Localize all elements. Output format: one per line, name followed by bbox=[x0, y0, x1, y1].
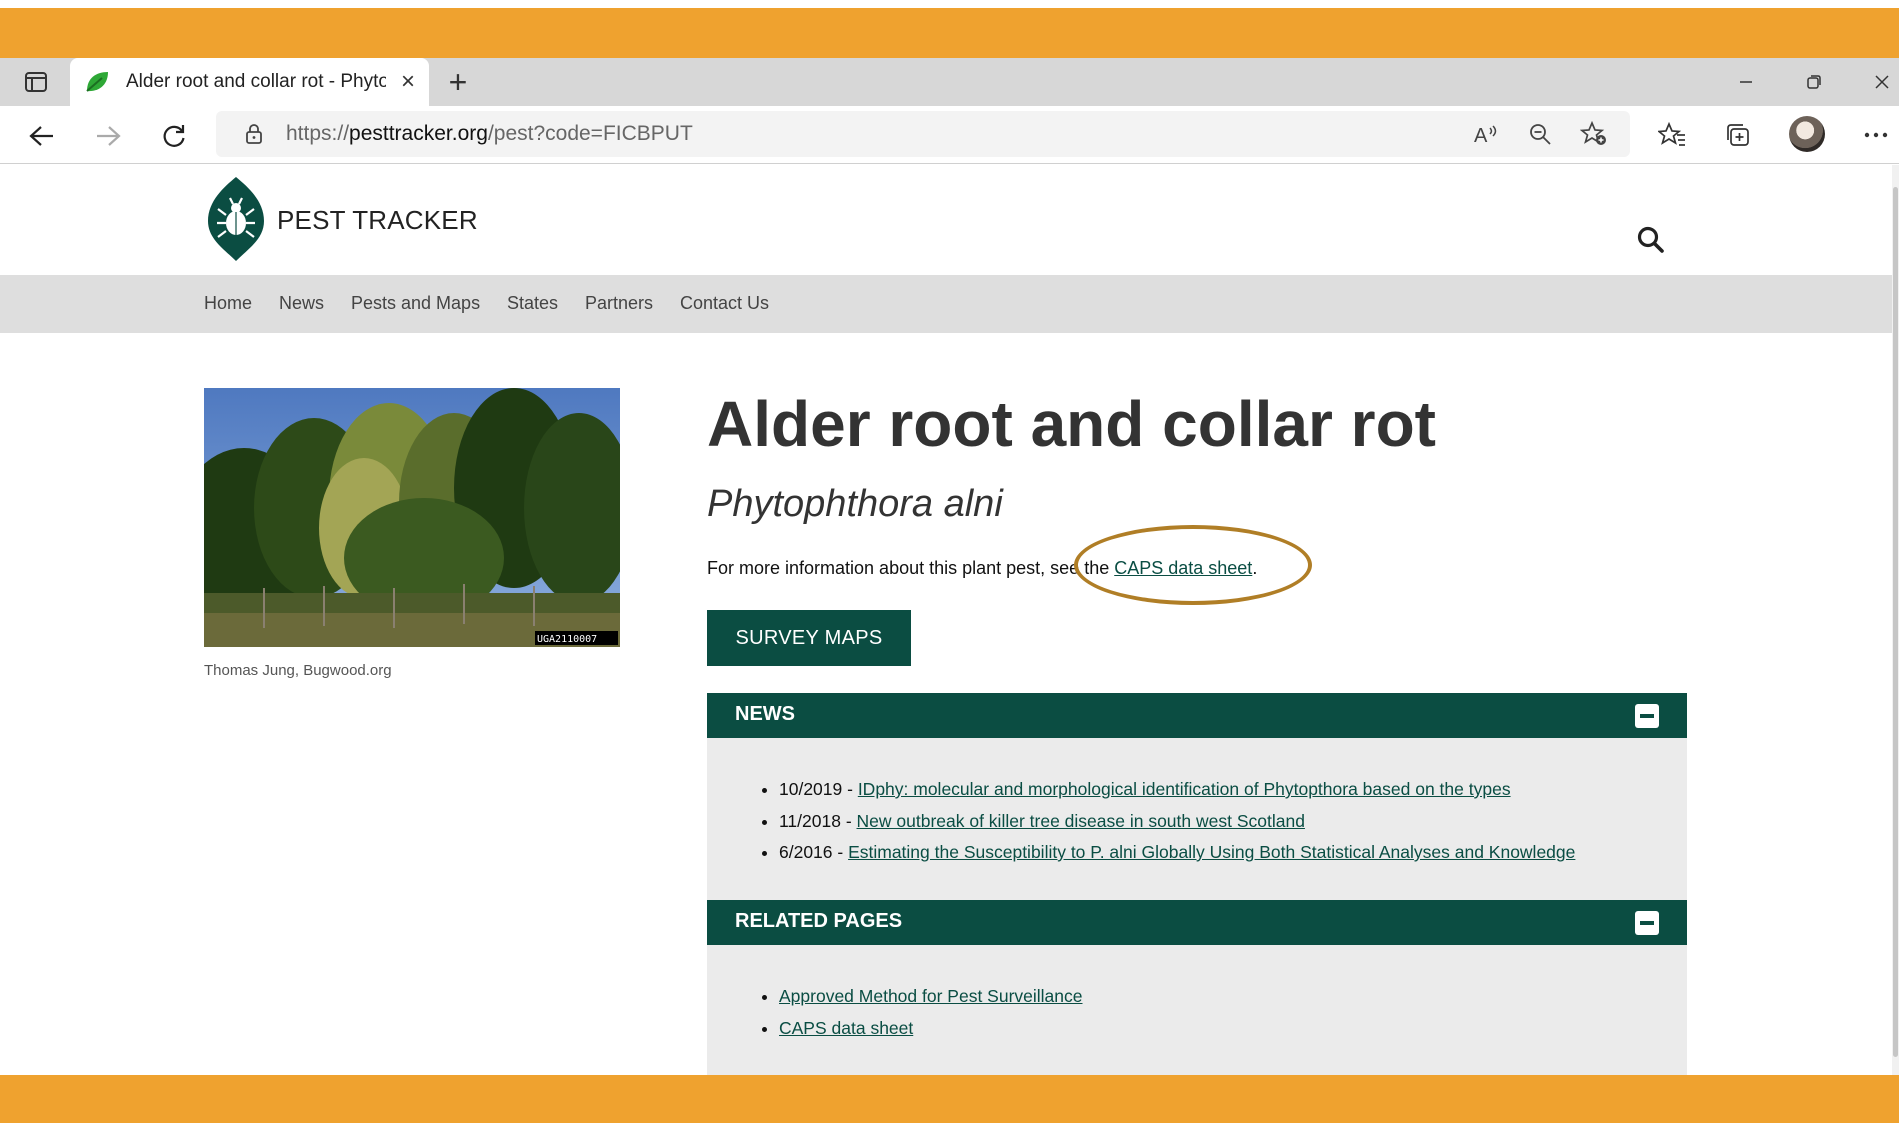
list-item: 10/2019 - IDphy: molecular and morpholog… bbox=[779, 774, 1687, 806]
related-link[interactable]: Approved Method for Pest Surveillance bbox=[779, 986, 1083, 1006]
web-page: PEST TRACKER Home News Pests and Maps St… bbox=[0, 165, 1892, 1075]
nav-news[interactable]: News bbox=[279, 293, 324, 314]
scientific-name: Phytophthora alni bbox=[707, 483, 1003, 525]
photo-credit: Thomas Jung, Bugwood.org bbox=[204, 662, 392, 679]
new-tab-button[interactable]: + bbox=[440, 64, 476, 100]
highlight-callout bbox=[1074, 525, 1312, 605]
news-date: 10/2019 - bbox=[779, 779, 858, 799]
address-bar[interactable]: https://pesttracker.org/pest?code=FICBPU… bbox=[216, 111, 1630, 157]
reload-button[interactable] bbox=[154, 116, 194, 156]
news-link[interactable]: IDphy: molecular and morphological ident… bbox=[858, 779, 1511, 799]
related-panel: Approved Method for Pest Surveillance CA… bbox=[707, 945, 1687, 1075]
collections-icon[interactable] bbox=[1720, 118, 1756, 152]
restore-button[interactable] bbox=[1794, 66, 1834, 98]
zoom-out-icon[interactable] bbox=[1524, 119, 1556, 149]
url-host: pesttracker.org bbox=[349, 122, 488, 145]
nav-states[interactable]: States bbox=[507, 293, 558, 314]
nav-home[interactable]: Home bbox=[204, 293, 252, 314]
news-link[interactable]: New outbreak of killer tree disease in s… bbox=[857, 811, 1305, 831]
restore-icon bbox=[1807, 75, 1821, 89]
svg-text:A: A bbox=[1474, 125, 1488, 145]
forward-arrow-icon bbox=[97, 126, 121, 146]
nav-partners[interactable]: Partners bbox=[585, 293, 653, 314]
url-text[interactable]: https://pesttracker.org/pest?code=FICBPU… bbox=[286, 122, 693, 146]
info-prefix: For more information about this plant pe… bbox=[707, 558, 1115, 578]
related-link[interactable]: CAPS data sheet bbox=[779, 1018, 913, 1038]
url-prefix: https:// bbox=[286, 122, 350, 145]
scrollbar-thumb[interactable] bbox=[1893, 187, 1898, 1057]
add-favorite-icon[interactable] bbox=[1578, 119, 1610, 149]
favorites-icon[interactable] bbox=[1654, 118, 1690, 152]
back-button[interactable] bbox=[22, 116, 62, 156]
more-options-icon[interactable] bbox=[1858, 118, 1894, 152]
related-list: Approved Method for Pest Surveillance CA… bbox=[707, 945, 1687, 1044]
close-window-button[interactable] bbox=[1862, 66, 1899, 98]
forward-button[interactable] bbox=[88, 116, 128, 156]
news-panel: 10/2019 - IDphy: molecular and morpholog… bbox=[707, 738, 1687, 900]
survey-maps-button[interactable]: SURVEY MAPS bbox=[707, 610, 911, 666]
url-path: /pest?code=FICBPUT bbox=[487, 122, 693, 145]
search-icon[interactable] bbox=[1636, 225, 1666, 255]
close-tab-icon[interactable]: × bbox=[401, 68, 415, 96]
tab-active[interactable]: Alder root and collar rot - Phytoph × bbox=[70, 58, 429, 106]
tab-actions-icon bbox=[25, 72, 47, 92]
photo-id-label: UGA2110007 bbox=[537, 634, 597, 645]
pest-photo: UGA2110007 bbox=[204, 388, 620, 647]
minimize-button[interactable] bbox=[1726, 66, 1766, 98]
news-list: 10/2019 - IDphy: molecular and morpholog… bbox=[707, 738, 1687, 869]
list-item: 11/2018 - New outbreak of killer tree di… bbox=[779, 806, 1687, 838]
news-panel-header[interactable]: NEWS bbox=[707, 693, 1687, 738]
browser-toolbar: https://pesttracker.org/pest?code=FICBPU… bbox=[0, 106, 1899, 164]
page-scrollbar[interactable] bbox=[1892, 165, 1899, 1075]
collapse-icon[interactable] bbox=[1635, 911, 1659, 935]
reload-icon bbox=[163, 125, 185, 147]
list-item: 6/2016 - Estimating the Susceptibility t… bbox=[779, 837, 1687, 869]
nav-contact-us[interactable]: Contact Us bbox=[680, 293, 769, 314]
close-icon bbox=[1875, 75, 1889, 89]
back-arrow-icon bbox=[29, 126, 53, 146]
tab-actions-button[interactable] bbox=[12, 66, 60, 98]
pest-tracker-logo-icon[interactable] bbox=[204, 175, 268, 263]
news-heading: NEWS bbox=[735, 703, 795, 725]
site-name[interactable]: PEST TRACKER bbox=[277, 205, 478, 236]
collapse-icon[interactable] bbox=[1635, 704, 1659, 728]
related-heading: RELATED PAGES bbox=[735, 910, 903, 932]
related-panel-header[interactable]: RELATED PAGES bbox=[707, 900, 1687, 945]
tab-title: Alder root and collar rot - Phytoph bbox=[126, 71, 386, 92]
read-aloud-icon[interactable]: A bbox=[1470, 119, 1502, 149]
site-nav: Home News Pests and Maps States Partners… bbox=[0, 275, 1892, 333]
news-date: 11/2018 - bbox=[779, 810, 857, 831]
lock-icon[interactable] bbox=[244, 123, 264, 145]
nav-pests-and-maps[interactable]: Pests and Maps bbox=[351, 293, 480, 314]
news-date: 6/2016 - bbox=[779, 842, 849, 862]
leaf-favicon-icon bbox=[86, 72, 108, 92]
frame-bottom-border bbox=[0, 1075, 1899, 1123]
frame-top-border bbox=[0, 8, 1899, 58]
news-link[interactable]: Estimating the Susceptibility to P. alni… bbox=[848, 842, 1575, 862]
profile-avatar[interactable] bbox=[1789, 116, 1825, 152]
page-title: Alder root and collar rot bbox=[707, 388, 1436, 460]
minimize-icon bbox=[1740, 81, 1752, 83]
tab-strip: Alder root and collar rot - Phytoph × + bbox=[0, 58, 1899, 106]
list-item: CAPS data sheet bbox=[779, 1013, 1687, 1045]
site-header: PEST TRACKER bbox=[0, 165, 1892, 275]
frame-top-strip bbox=[0, 0, 1899, 8]
list-item: Approved Method for Pest Surveillance bbox=[779, 981, 1687, 1013]
